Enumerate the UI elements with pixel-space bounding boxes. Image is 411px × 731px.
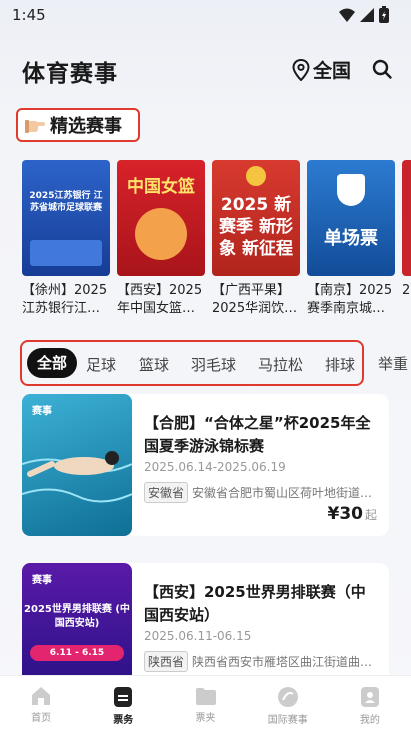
address-text: 陕西省西安市雁塔区曲江街道曲江… bbox=[192, 655, 377, 669]
signal-icon bbox=[360, 7, 374, 22]
search-icon[interactable] bbox=[371, 58, 393, 80]
event-info: 【合肥】“合体之星”杯2025年全国夏季游泳锦标赛 2025.06.14-202… bbox=[144, 412, 377, 503]
tab-football[interactable]: 足球 bbox=[86, 354, 116, 375]
event-thumbnail: 赛事 2025世界男排联赛 (中国西安站) 6.11 - 6.15 bbox=[22, 563, 132, 683]
event-thumbnail: 赛事 bbox=[22, 394, 132, 536]
category-tabs: 全部 足球 篮球 羽毛球 马拉松 排球 bbox=[20, 340, 364, 386]
nav-label: 国际赛事 bbox=[267, 715, 308, 726]
location-selector[interactable]: 全国 bbox=[292, 56, 351, 83]
featured-section-header: 精选赛事 bbox=[16, 108, 140, 142]
poster-text: 中国女篮 bbox=[127, 177, 195, 197]
price-value: ¥30 bbox=[327, 504, 363, 524]
featured-poster: 2025 新赛季 新形象 新征程 bbox=[212, 160, 300, 276]
event-info: 【西安】2025世界男排联赛（中国西安站） 2025.06.11-06.15 陕… bbox=[144, 581, 377, 672]
poster-text: 2025 新赛季 新形象 新征程 bbox=[219, 195, 293, 259]
poster-text: 2025世界男排联赛 (中国西安站) bbox=[24, 604, 130, 629]
price-suffix: 起 bbox=[364, 508, 377, 522]
ticket-icon bbox=[114, 687, 133, 707]
user-icon bbox=[360, 687, 379, 707]
featured-caption: 【徐州】2025江苏银行江… bbox=[22, 283, 108, 316]
nav-label: 首页 bbox=[31, 713, 52, 724]
event-date: 2025.06.14-2025.06.19 bbox=[144, 460, 286, 474]
pointing-hand-icon bbox=[25, 120, 45, 133]
featured-poster bbox=[402, 160, 411, 276]
featured-carousel[interactable]: 2025江苏银行 江苏省城市足球联赛 【徐州】2025江苏银行江… 中国女篮 【… bbox=[22, 160, 411, 320]
event-address: 陕西省 陕西省西安市雁塔区曲江街道曲江… bbox=[144, 651, 377, 672]
header: 体育赛事 全国 bbox=[22, 52, 393, 87]
tab-basketball[interactable]: 篮球 bbox=[139, 354, 169, 375]
nav-tickets[interactable]: 票务 bbox=[82, 676, 164, 731]
featured-caption: 【西安】2025年中国女篮… bbox=[117, 283, 203, 316]
bottom-nav: 首页 票务 票夹 国际赛事 我的 bbox=[0, 675, 411, 731]
nav-label: 票夹 bbox=[195, 713, 216, 724]
featured-caption: 20… bbox=[402, 283, 411, 298]
nav-label: 票务 bbox=[113, 715, 134, 726]
event-address: 安徽省 安徽省合肥市蜀山区荷叶地街道合… bbox=[144, 482, 377, 503]
location-label: 全国 bbox=[312, 60, 351, 82]
event-badge: 赛事 bbox=[32, 406, 52, 417]
nav-label: 我的 bbox=[359, 715, 380, 726]
event-badge: 赛事 bbox=[32, 575, 52, 586]
page-title: 体育赛事 bbox=[22, 61, 118, 87]
featured-card[interactable]: 2025江苏银行 江苏省城市足球联赛 【徐州】2025江苏银行江… bbox=[22, 160, 110, 318]
status-bar: 1:45 bbox=[0, 0, 411, 30]
featured-caption: 【广西平果】2025华润饮… bbox=[212, 283, 298, 316]
province-tag: 陕西省 bbox=[144, 651, 189, 672]
event-title: 【合肥】“合体之星”杯2025年全国夏季游泳锦标赛 bbox=[144, 414, 371, 455]
event-date: 2025.06.11-06.15 bbox=[144, 629, 252, 643]
featured-poster: 2025江苏银行 江苏省城市足球联赛 bbox=[22, 160, 110, 276]
nav-home[interactable]: 首页 bbox=[0, 676, 82, 731]
event-card[interactable]: 赛事 2025世界男排联赛 (中国西安站) 6.11 - 6.15 【西安】20… bbox=[22, 563, 389, 683]
status-icons bbox=[339, 6, 389, 23]
poster-text: 2025江苏银行 江苏省城市足球联赛 bbox=[29, 191, 103, 213]
poster-dates: 6.11 - 6.15 bbox=[30, 645, 124, 661]
featured-poster: 单场票 bbox=[307, 160, 395, 276]
province-tag: 安徽省 bbox=[144, 482, 189, 503]
featured-card[interactable]: 单场票 【南京】2025赛季南京城… bbox=[307, 160, 395, 318]
battery-icon bbox=[379, 6, 389, 23]
home-icon bbox=[32, 687, 51, 705]
folder-icon bbox=[195, 688, 216, 705]
featured-card[interactable]: 2025 新赛季 新形象 新征程 【广西平果】2025华润饮… bbox=[212, 160, 300, 318]
status-time: 1:45 bbox=[12, 6, 46, 24]
tab-volleyball[interactable]: 排球 bbox=[325, 354, 355, 375]
event-card[interactable]: 赛事 【合肥】“合体之星”杯2025年全国夏季游泳锦标赛 2025.06.14-… bbox=[22, 394, 389, 536]
tab-all[interactable]: 全部 bbox=[27, 348, 77, 378]
tab-marathon[interactable]: 马拉松 bbox=[258, 354, 303, 375]
featured-poster: 中国女篮 bbox=[117, 160, 205, 276]
event-price: ¥30 起 bbox=[327, 504, 377, 524]
nav-international[interactable]: 国际赛事 bbox=[247, 676, 329, 731]
globe-icon bbox=[277, 687, 298, 707]
tab-weightlifting[interactable]: 举重 bbox=[378, 353, 408, 374]
featured-card[interactable]: 20… bbox=[402, 160, 411, 300]
poster-text: 单场票 bbox=[324, 228, 378, 249]
location-pin-icon bbox=[292, 58, 310, 81]
wifi-icon bbox=[339, 8, 355, 22]
featured-card[interactable]: 中国女篮 【西安】2025年中国女篮… bbox=[117, 160, 205, 318]
event-title: 【西安】2025世界男排联赛（中国西安站） bbox=[144, 583, 366, 624]
nav-profile[interactable]: 我的 bbox=[329, 676, 411, 731]
address-text: 安徽省合肥市蜀山区荷叶地街道合… bbox=[192, 486, 377, 500]
featured-title: 精选赛事 bbox=[50, 116, 122, 137]
tab-badminton[interactable]: 羽毛球 bbox=[191, 354, 236, 375]
featured-caption: 【南京】2025赛季南京城… bbox=[307, 283, 393, 316]
nav-ticket-folder[interactable]: 票夹 bbox=[164, 676, 246, 731]
